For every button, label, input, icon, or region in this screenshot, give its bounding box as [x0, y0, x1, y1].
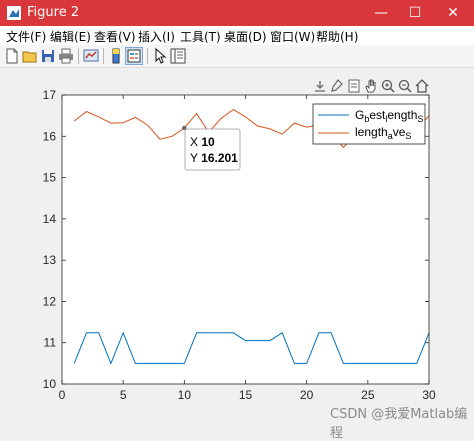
legend[interactable]: GbestlengthS lengthaveS [312, 103, 426, 145]
y-tick-label: 10 [43, 377, 57, 391]
x-tick-label: 15 [239, 388, 253, 402]
data-tip[interactable]: X 10 Y 16.201 [182, 125, 241, 171]
x-tick-label: 0 [59, 388, 66, 402]
x-tick-label: 30 [422, 388, 436, 402]
plot-area[interactable]: 0 5 10 15 20 25 30 10 11 12 13 14 15 16 17 Gbestlength… [0, 0, 474, 424]
y-tick-label: 16 [43, 129, 57, 143]
x-tick-label: 10 [178, 388, 192, 402]
data-tip-y-label: Y [190, 151, 198, 165]
y-tick-label: 14 [43, 212, 57, 226]
y-tick-label: 11 [44, 336, 57, 350]
legend-label-lengthave: lengthaveS [355, 125, 411, 141]
watermark: CSDN @我爱Matlab编程 [330, 407, 468, 441]
data-tip-y-value: 16.201 [201, 151, 238, 165]
y-tick-label: 12 [43, 294, 57, 308]
x-tick-label: 5 [120, 388, 127, 402]
y-tick-label: 13 [43, 253, 57, 267]
y-tick-label: 17 [43, 88, 57, 102]
data-tip-x-label: X [190, 135, 198, 149]
svg-text:X 10: X 10 [190, 135, 215, 149]
data-tip-x-value: 10 [201, 135, 215, 149]
x-tick-label: 20 [300, 388, 314, 402]
svg-text:Y 16.201: Y 16.201 [190, 151, 238, 165]
y-tick-label: 15 [43, 171, 57, 185]
x-tick-label: 25 [361, 388, 375, 402]
